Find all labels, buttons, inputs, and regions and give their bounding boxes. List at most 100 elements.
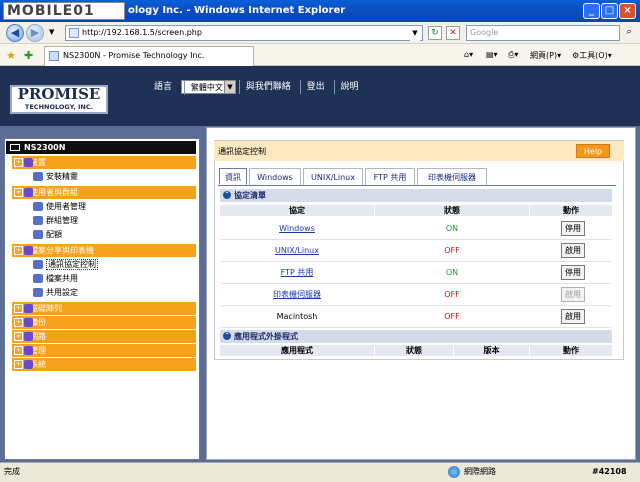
tree-item-icon [24, 332, 33, 341]
tree-leaf[interactable]: 檔案共用 [32, 272, 196, 285]
address-input[interactable]: http://192.168.1.5/screen.php [65, 25, 423, 41]
table-row: FTP 共用 ON 停用 [220, 262, 612, 284]
tree-item-label: 配額 [46, 230, 62, 239]
forward-icon[interactable]: ▶ [26, 24, 44, 42]
protocol-name[interactable]: FTP 共用 [220, 262, 374, 284]
brand-sub: TECHNOLOGY, INC. [24, 103, 94, 111]
tree-node[interactable]: + 系統 [12, 358, 196, 371]
feeds-icon[interactable]: ▤▾ [486, 50, 498, 59]
tools-menu-label: 工具(O) [579, 51, 608, 60]
tree-node[interactable]: + 網路 [12, 330, 196, 343]
tree-item-icon [33, 216, 43, 225]
tree-root[interactable]: NS2300N [6, 141, 196, 154]
address-url: http://192.168.1.5/screen.php [82, 28, 202, 37]
ie-icon [49, 51, 59, 61]
tree-leaf[interactable]: 使用者管理 [32, 200, 196, 213]
refresh-icon[interactable]: ↻ [428, 26, 442, 40]
tree-leaf[interactable]: 共用設定 [32, 286, 196, 299]
content-tab[interactable]: FTP 共用 [365, 168, 415, 185]
expand-icon[interactable]: + [14, 304, 23, 313]
stop-icon[interactable]: ✕ [446, 26, 460, 40]
tree-item-icon [24, 318, 33, 327]
tree-item-icon [33, 260, 43, 269]
help-link[interactable]: 說明 [333, 80, 365, 94]
col-version: 版本 [454, 345, 529, 356]
tree-root-label: NS2300N [24, 143, 66, 152]
add-favorite-icon[interactable]: ✚ [24, 49, 33, 62]
tree-item-icon [33, 230, 43, 239]
minimize-button[interactable]: _ [583, 3, 600, 19]
tree-item-label: 安裝精靈 [46, 172, 78, 181]
address-bar-row: ◀ ▶ ▼ http://192.168.1.5/screen.php ▼ ↻ … [0, 22, 640, 44]
close-button[interactable]: × [619, 3, 636, 19]
language-label: 語言 [154, 82, 173, 92]
logout-link[interactable]: 登出 [299, 80, 331, 94]
protocol-action-button[interactable]: 啟用 [561, 309, 585, 324]
home-icon[interactable]: ⌂▾ [464, 50, 473, 59]
help-button[interactable]: Help [576, 144, 610, 158]
content-tab[interactable]: 資訊 [219, 168, 247, 185]
protocol-name[interactable]: UNIX/Linux [220, 240, 374, 262]
protocol-name[interactable]: 印表機伺服器 [220, 284, 374, 306]
protocol-name[interactable]: Windows [220, 218, 374, 240]
tree-node[interactable]: + 檔案分享與印表機 [12, 244, 196, 257]
col-action: 動作 [530, 205, 612, 216]
content-tab[interactable]: UNIX/Linux [303, 168, 363, 185]
page-menu[interactable]: 網頁(P)▾ [530, 50, 561, 61]
favorites-star-icon[interactable]: ★ [6, 49, 16, 62]
tree-node[interactable]: + 管理 [12, 344, 196, 357]
expand-icon[interactable]: + [14, 188, 23, 197]
address-dropdown-icon[interactable]: ▼ [410, 27, 420, 41]
protocol-section-header[interactable]: ⌃ 協定清單 [220, 189, 612, 202]
collapse-icon: ⌃ [223, 332, 231, 340]
search-icon[interactable]: ⌕ [622, 26, 636, 40]
expand-icon[interactable]: + [14, 158, 23, 167]
zoom-control[interactable]: #42108 [592, 463, 627, 481]
search-input[interactable]: Google [466, 25, 620, 41]
maximize-button[interactable]: □ [601, 3, 618, 19]
tree-item-label: 磁碟陣列 [30, 304, 62, 313]
window-title: ology Inc. - Windows Internet Explorer [128, 5, 346, 16]
table-row: 印表機伺服器 OFF 啟用 [220, 284, 612, 306]
protocol-status: ON [445, 268, 459, 277]
browser-tab[interactable]: NS2300N - Promise Technology Inc. [44, 46, 254, 66]
tree-leaf[interactable]: 群組管理 [32, 214, 196, 227]
language-select[interactable]: 繁體中文 ▼ [180, 80, 236, 95]
expand-icon[interactable]: + [14, 360, 23, 369]
back-icon[interactable]: ◀ [6, 24, 24, 42]
expand-icon[interactable]: + [14, 346, 23, 355]
tree-leaf[interactable]: 配額 [32, 228, 196, 241]
plugin-section-header[interactable]: ⌃ 應用程式外掛程式 [220, 330, 612, 343]
print-icon[interactable]: ⎙▾ [508, 50, 518, 60]
tree-node[interactable]: + 裝置 [12, 156, 196, 169]
protocol-name: Macintosh [276, 312, 318, 321]
tree-node[interactable]: + 磁碟陣列 [12, 302, 196, 315]
expand-icon[interactable]: + [14, 332, 23, 341]
table-row: Windows ON 停用 [220, 218, 612, 240]
tree-leaf[interactable]: 安裝精靈 [32, 170, 196, 183]
content-tab[interactable]: 印表機伺服器 [417, 168, 487, 185]
tab-row: ★ ✚ NS2300N - Promise Technology Inc. ⌂▾… [0, 44, 640, 66]
protocol-action-button[interactable]: 停用 [561, 221, 585, 236]
tree-item-icon [24, 360, 33, 369]
tree-leaf[interactable]: 通訊協定控制 [32, 258, 196, 271]
content-tab[interactable]: Windows [249, 168, 301, 185]
tree-item-icon [33, 172, 43, 181]
tree-item-label: 檔案共用 [46, 274, 78, 283]
expand-icon[interactable]: + [14, 246, 23, 255]
tools-menu[interactable]: ⚙工具(O)▾ [572, 50, 612, 61]
history-dropdown-icon[interactable]: ▼ [49, 28, 54, 36]
contact-link[interactable]: 與我們聯絡 [238, 80, 297, 94]
tree-item-label: 群組管理 [46, 216, 78, 225]
tree-item-label: 使用者管理 [46, 202, 86, 211]
tree-item-icon [24, 246, 33, 255]
table-row: Macintosh OFF 啟用 [220, 306, 612, 328]
protocol-action-button[interactable]: 啟用 [561, 287, 585, 302]
tree-node[interactable]: + 備份 [12, 316, 196, 329]
expand-icon[interactable]: + [14, 318, 23, 327]
tree-node[interactable]: + 使用者與群組 [12, 186, 196, 199]
content-title: 通訊協定控制 [218, 147, 266, 156]
protocol-action-button[interactable]: 停用 [561, 265, 585, 280]
protocol-action-button[interactable]: 啟用 [561, 243, 585, 258]
tree-item-label: 通訊協定控制 [46, 259, 98, 270]
